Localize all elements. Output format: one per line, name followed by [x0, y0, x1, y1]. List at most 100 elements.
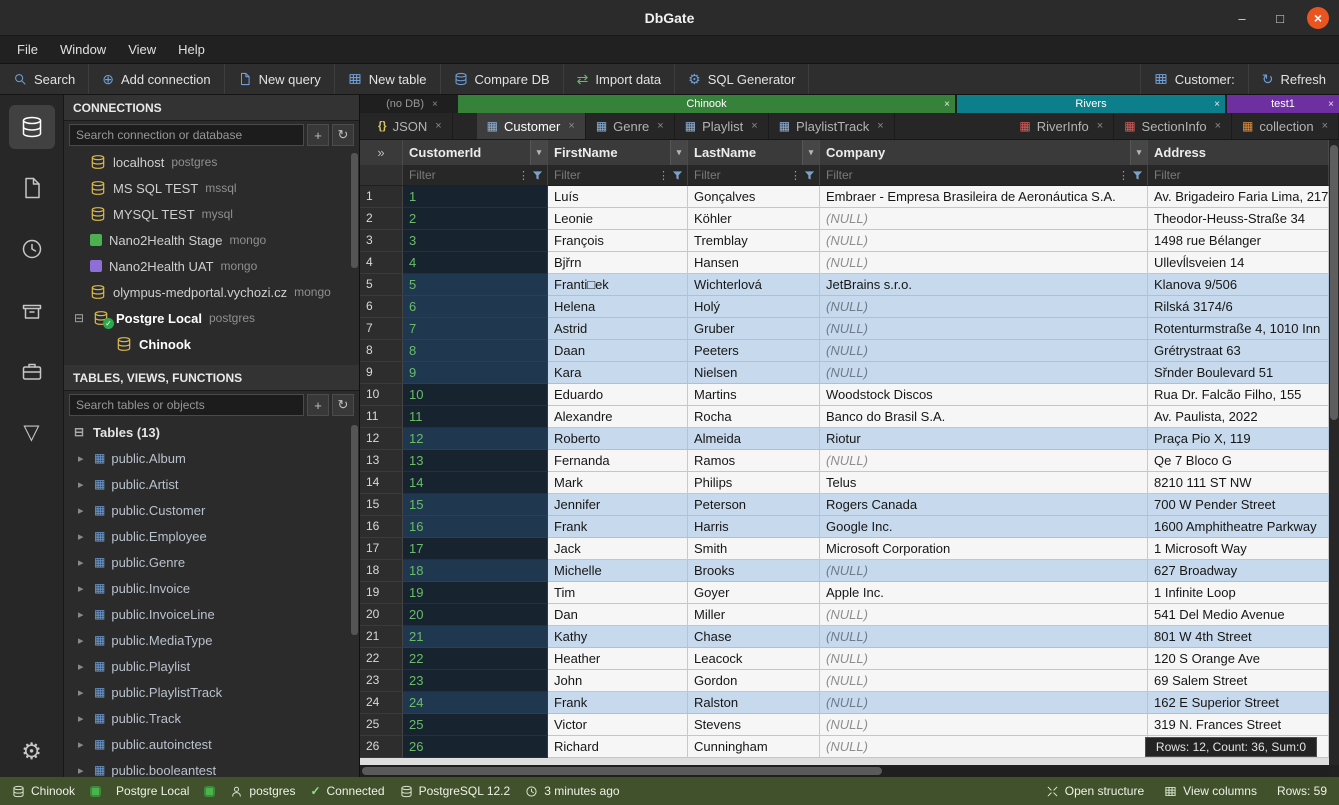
cell-customerid[interactable]: 8 [403, 340, 548, 362]
cell-lastname[interactable]: Rocha [688, 406, 820, 428]
cell-firstname[interactable]: Richard [548, 736, 688, 758]
cell-customerid[interactable]: 17 [403, 538, 548, 560]
cell-firstname[interactable]: Alexandre [548, 406, 688, 428]
filter-cell[interactable]: Filter ⋮ [688, 165, 820, 186]
filter-input[interactable]: Filter [1148, 168, 1328, 182]
row-number[interactable]: 25 [360, 714, 403, 736]
connection-item[interactable]: ⊟ ✓ Chinook [64, 331, 359, 357]
tables-scrollbar[interactable] [351, 425, 358, 635]
settings-gear-icon[interactable]: ⚙ [21, 738, 42, 765]
cell-lastname[interactable]: Ramos [688, 450, 820, 472]
cell-company[interactable]: Embraer - Empresa Brasileira de Aeronáut… [820, 186, 1148, 208]
chevron-right-icon[interactable]: ▸ [78, 660, 88, 673]
cell-customerid[interactable]: 13 [403, 450, 548, 472]
new-table-button[interactable]: New table [335, 64, 441, 94]
cell-lastname[interactable]: Gordon [688, 670, 820, 692]
row-number[interactable]: 16 [360, 516, 403, 538]
row-number[interactable]: 20 [360, 604, 403, 626]
close-icon[interactable]: × [1322, 120, 1328, 132]
table-list-item[interactable]: ▸ ▦ public.Customer [64, 497, 359, 523]
chevron-right-icon[interactable]: ▸ [78, 478, 88, 491]
cell-firstname[interactable]: Eduardo [548, 384, 688, 406]
cell-company[interactable]: Banco do Brasil S.A. [820, 406, 1148, 428]
cell-lastname[interactable]: Smith [688, 538, 820, 560]
row-number[interactable]: 4 [360, 252, 403, 274]
table-row[interactable]: 20 20 Dan Miller (NULL) 541 Del Medio Av… [360, 604, 1329, 626]
database-group-tab[interactable]: (no DB) × [368, 95, 456, 113]
filter-funnel-icon[interactable] [672, 170, 683, 181]
connections-search-input[interactable]: Search connection or database [69, 124, 304, 146]
row-number[interactable]: 22 [360, 648, 403, 670]
grid-horizontal-scrollbar[interactable] [360, 765, 1329, 777]
close-icon[interactable]: × [1214, 99, 1220, 110]
cell-customerid[interactable]: 7 [403, 318, 548, 340]
row-number[interactable]: 14 [360, 472, 403, 494]
cell-firstname[interactable]: Helena [548, 296, 688, 318]
cell-customerid[interactable]: 1 [403, 186, 548, 208]
file-tab[interactable]: ▦ {} Customer × [477, 113, 586, 139]
cell-company[interactable]: (NULL) [820, 604, 1148, 626]
connection-item[interactable]: ⊟ ✓ MS SQL TEST mssql [64, 175, 359, 201]
table-row[interactable]: 23 23 John Gordon (NULL) 69 Salem Street [360, 670, 1329, 692]
rail-favorites-icon[interactable]: ▽ [9, 410, 55, 454]
close-icon[interactable]: × [657, 120, 663, 132]
row-number[interactable]: 24 [360, 692, 403, 714]
cell-customerid[interactable]: 2 [403, 208, 548, 230]
column-header[interactable]: Address ▾ [1148, 140, 1329, 165]
rail-database-icon[interactable] [9, 105, 55, 149]
jump-to-table-button[interactable]: Customer: [1140, 64, 1248, 94]
row-number[interactable]: 15 [360, 494, 403, 516]
maximize-button[interactable]: □ [1269, 7, 1291, 29]
cell-customerid[interactable]: 4 [403, 252, 548, 274]
cell-address[interactable]: 1498 rue Bélanger [1148, 230, 1329, 252]
cell-firstname[interactable]: Frank [548, 692, 688, 714]
cell-address[interactable]: Ullevĺlsveien 14 [1148, 252, 1329, 274]
open-structure-button[interactable]: Open structure [1046, 784, 1144, 798]
table-list-item[interactable]: ▸ ▦ public.Genre [64, 549, 359, 575]
table-row[interactable]: 4 4 Bjřrn Hansen (NULL) Ullevĺlsveien 14 [360, 252, 1329, 274]
close-icon[interactable]: × [1328, 99, 1334, 110]
cell-address[interactable]: 541 Del Medio Avenue [1148, 604, 1329, 626]
filter-cell[interactable]: Filter ⋮ [403, 165, 548, 186]
cell-customerid[interactable]: 12 [403, 428, 548, 450]
cell-address[interactable]: 801 W 4th Street [1148, 626, 1329, 648]
menu-item[interactable]: Help [167, 36, 216, 63]
menu-item[interactable]: File [6, 36, 49, 63]
scrollbar-thumb[interactable] [1330, 145, 1338, 420]
cell-lastname[interactable]: Almeida [688, 428, 820, 450]
column-dropdown-icon[interactable]: ▾ [1130, 140, 1147, 165]
table-row[interactable]: 13 13 Fernanda Ramos (NULL) Qe 7 Bloco G [360, 450, 1329, 472]
cell-address[interactable]: Av. Paulista, 2022 [1148, 406, 1329, 428]
row-number[interactable]: 3 [360, 230, 403, 252]
table-list-item[interactable]: ▸ ▦ public.MediaType [64, 627, 359, 653]
sql-generator-button[interactable]: ⚙ SQL Generator [675, 64, 809, 94]
cell-address[interactable]: Sřnder Boulevard 51 [1148, 362, 1329, 384]
table-row[interactable]: 7 7 Astrid Gruber (NULL) Rotenturmstraße… [360, 318, 1329, 340]
cell-lastname[interactable]: Harris [688, 516, 820, 538]
cell-company[interactable]: (NULL) [820, 340, 1148, 362]
cell-firstname[interactable]: Jennifer [548, 494, 688, 516]
cell-customerid[interactable]: 22 [403, 648, 548, 670]
cell-lastname[interactable]: Nielsen [688, 362, 820, 384]
cell-address[interactable]: Klanova 9/506 [1148, 274, 1329, 296]
chevron-right-icon[interactable]: ▸ [78, 712, 88, 725]
cell-company[interactable]: (NULL) [820, 736, 1148, 758]
filter-cell[interactable]: Filter ⋮ [548, 165, 688, 186]
connection-item[interactable]: ⊟ ✓ MYSQL TEST mysql [64, 201, 359, 227]
row-number[interactable]: 8 [360, 340, 403, 362]
cell-lastname[interactable]: Holý [688, 296, 820, 318]
cell-customerid[interactable]: 6 [403, 296, 548, 318]
row-number[interactable]: 19 [360, 582, 403, 604]
cell-address[interactable]: 69 Salem Street [1148, 670, 1329, 692]
cell-firstname[interactable]: Astrid [548, 318, 688, 340]
close-icon[interactable]: × [877, 120, 883, 132]
row-number[interactable]: 10 [360, 384, 403, 406]
chevron-right-icon[interactable]: ▸ [78, 738, 88, 751]
cell-lastname[interactable]: Goyer [688, 582, 820, 604]
file-tab[interactable]: ▦ {} JSON × [368, 113, 453, 139]
row-number[interactable]: 11 [360, 406, 403, 428]
cell-lastname[interactable]: Peterson [688, 494, 820, 516]
connection-item[interactable]: ⊟ ✓ localhost postgres [64, 149, 359, 175]
file-tab[interactable]: ▦ {} Playlist × [675, 113, 769, 139]
table-row[interactable]: 15 15 Jennifer Peterson Rogers Canada 70… [360, 494, 1329, 516]
